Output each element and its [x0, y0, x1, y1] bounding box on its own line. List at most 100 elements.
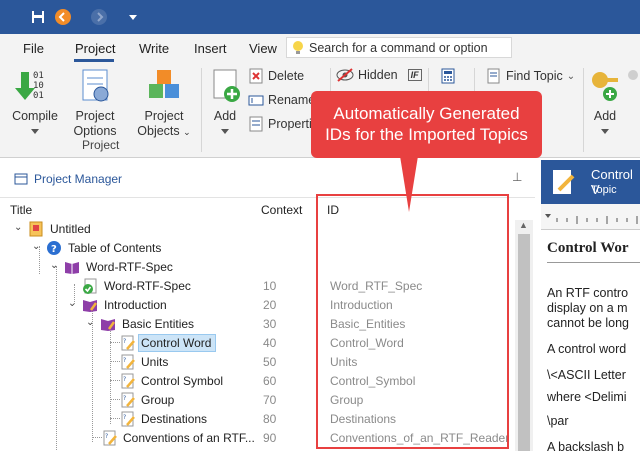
project-options-button[interactable]: Project Options	[68, 66, 122, 139]
rename-button[interactable]: Rename	[248, 92, 315, 108]
tree-row-title: Conventions of an RTF...	[123, 431, 255, 445]
lightbulb-icon	[293, 40, 303, 54]
svg-text:?: ?	[51, 244, 57, 255]
doc-line: \<ASCII Letter	[547, 368, 626, 382]
tab-view[interactable]: View	[249, 41, 277, 56]
ruler[interactable]	[541, 204, 640, 230]
project-manager-icon	[14, 173, 28, 185]
tree-row-title: Units	[141, 355, 169, 369]
topic-edit-icon	[553, 170, 575, 194]
project-options-label-1: Project	[75, 109, 115, 123]
find-topic-icon	[487, 68, 500, 84]
project-objects-button[interactable]: Project Objects ⌄	[134, 66, 194, 140]
collapse-toggle-icon[interactable]: ⌄	[86, 318, 96, 328]
project-objects-label-1: Project	[144, 109, 184, 123]
tree-row-context: 80	[263, 412, 277, 426]
topic-document[interactable]: Control Wor An RTF contro display on a m…	[541, 230, 640, 451]
topic-pencil-icon: ?	[121, 392, 135, 408]
compile-icon: 01 10 01	[15, 71, 44, 101]
tree-row-context: 20	[263, 298, 277, 312]
ribbon-separator	[583, 68, 584, 152]
tree-row-title: Basic Entities	[122, 317, 195, 331]
add-topic-icon	[213, 69, 240, 102]
tree-row-context: 30	[263, 317, 277, 331]
add-key-dropdown-icon[interactable]	[601, 129, 609, 135]
doc-line: display on a m	[547, 301, 628, 315]
tab-file[interactable]: File	[23, 41, 44, 56]
calculator-icon	[441, 68, 455, 84]
collapse-toggle-icon[interactable]: ⌄	[50, 261, 60, 271]
callout-pointer	[400, 156, 418, 212]
scroll-up-icon[interactable]: ▲	[519, 220, 528, 230]
hidden-label: Hidden	[358, 68, 398, 82]
scrollbar-thumb[interactable]	[518, 234, 530, 451]
add-key-icon	[592, 72, 618, 101]
tree-row-context: 50	[263, 355, 277, 369]
add-button[interactable]: Add	[206, 66, 244, 138]
hidden-badge: IF	[407, 69, 422, 81]
compile-button[interactable]: 01 10 01 Compile	[8, 66, 62, 138]
callout-line-1: Automatically Generated	[333, 104, 520, 123]
tree-row-title: Introduction	[104, 298, 167, 312]
book-pencil-icon	[83, 300, 98, 312]
tree-row-context: 40	[263, 336, 277, 350]
doc-line: where <Delimi	[547, 390, 627, 404]
help-contents-icon: ?	[47, 241, 61, 255]
collapse-toggle-icon[interactable]: ⌄	[32, 242, 42, 252]
tab-write[interactable]: Write	[139, 41, 169, 56]
pin-icon[interactable]: ⊥	[512, 170, 522, 184]
id-column-highlight	[316, 194, 509, 449]
project-options-icon	[82, 69, 109, 102]
svg-text:01: 01	[33, 91, 44, 101]
find-topic-button[interactable]: Find Topic ⌄	[486, 68, 575, 84]
svg-text:10: 10	[33, 81, 44, 91]
add-key-button[interactable]: Add	[588, 66, 622, 138]
key-action-icon[interactable]	[626, 68, 640, 82]
tree-row-context: 10	[263, 279, 277, 293]
rename-icon	[248, 95, 264, 106]
svg-text:?: ?	[123, 376, 126, 383]
callout-annotation: Automatically Generated IDs for the Impo…	[311, 91, 542, 158]
doc-line: A backslash b	[547, 440, 625, 451]
project-objects-dropdown-icon: ⌄	[183, 127, 191, 137]
doc-line: An RTF contro	[547, 286, 629, 300]
back-icon[interactable]	[52, 6, 74, 28]
book-icon	[65, 262, 79, 274]
find-topic-dropdown-icon[interactable]: ⌄	[567, 71, 575, 82]
add-dropdown-icon[interactable]	[221, 129, 229, 135]
calculator-button[interactable]	[440, 68, 456, 84]
project-options-label-2: Options	[73, 124, 117, 138]
topic-editor-subtitle: Topic	[591, 184, 617, 196]
doc-heading-rule	[547, 262, 640, 263]
doc-heading: Control Wor	[547, 240, 629, 256]
tree-row-title: Table of Contents	[68, 241, 162, 255]
tree-scrollbar[interactable]: ▲	[515, 220, 533, 451]
save-icon[interactable]	[27, 6, 49, 28]
collapse-toggle-icon[interactable]: ⌄	[14, 223, 24, 233]
find-topic-label: Find Topic	[506, 69, 563, 83]
book-pencil-icon	[101, 319, 116, 331]
forward-icon[interactable]	[88, 6, 110, 28]
tab-project[interactable]: Project	[75, 41, 115, 56]
search-placeholder: Search for a command or option	[309, 40, 488, 55]
compile-dropdown-icon[interactable]	[31, 129, 39, 135]
hidden-button[interactable]: Hidden IF	[336, 68, 422, 82]
svg-text:?: ?	[123, 357, 126, 364]
delete-icon	[249, 68, 263, 84]
tree-row-context: 90	[263, 431, 277, 445]
topic-checked-icon	[83, 278, 97, 294]
tree-row-context: 60	[263, 374, 277, 388]
svg-text:?: ?	[123, 338, 126, 345]
tree-row-title: Control Symbol	[141, 374, 224, 388]
topic-pencil-icon: ?	[103, 430, 117, 446]
tree-row-context: 70	[263, 393, 277, 407]
command-search-input[interactable]: Search for a command or option	[286, 37, 512, 58]
collapse-toggle-icon[interactable]: ⌄	[68, 299, 78, 309]
project-objects-icon	[149, 70, 179, 98]
add-label: Add	[213, 109, 237, 123]
customize-toolbar-icon[interactable]	[122, 6, 144, 28]
tree-row-title: Word-RTF-Spec	[86, 260, 173, 274]
tab-insert[interactable]: Insert	[194, 41, 227, 56]
delete-button[interactable]: Delete	[248, 68, 304, 84]
hidden-eye-icon	[336, 68, 354, 82]
